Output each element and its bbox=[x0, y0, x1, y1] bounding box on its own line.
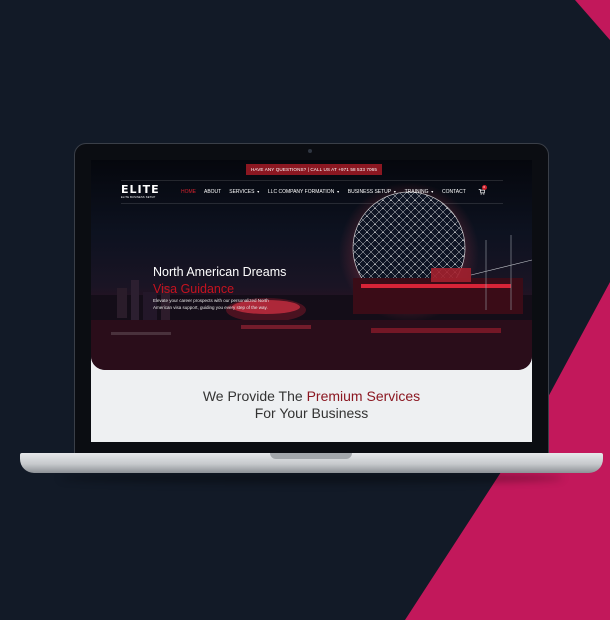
laptop-lid: HAVE ANY QUESTIONS? | CALL US AT +971 58… bbox=[74, 143, 549, 455]
logo-tagline: ELITE BUSINESS SETUP bbox=[121, 196, 156, 199]
logo-word: ELITE bbox=[121, 183, 160, 196]
laptop-base bbox=[20, 453, 603, 473]
nav-item-label: LLC COMPANY FORMATION bbox=[267, 189, 335, 195]
laptop-screen: HAVE ANY QUESTIONS? | CALL US AT +971 58… bbox=[91, 160, 532, 442]
chevron-down-icon: ▼ bbox=[430, 190, 434, 194]
nav-item-label: TRAINING bbox=[404, 189, 429, 195]
services-heading: We Provide The Premium Services For Your… bbox=[91, 388, 532, 422]
services-heading-highlight: Premium Services bbox=[306, 388, 421, 404]
hero-subtitle: Visa Guidance bbox=[153, 282, 235, 296]
hero-title: North American Dreams bbox=[153, 265, 287, 279]
nav-item-label: ABOUT bbox=[204, 189, 222, 195]
nav-item-contact[interactable]: CONTACT bbox=[442, 189, 466, 195]
cart-count-badge: 0 bbox=[481, 184, 487, 190]
chevron-down-icon: ▼ bbox=[336, 190, 340, 194]
nav-item-home[interactable]: HOME bbox=[181, 189, 196, 195]
laptop-shadow bbox=[60, 473, 563, 483]
nav-item-label: BUSINESS SETUP bbox=[347, 189, 392, 195]
nav-menu: HOME ABOUT SERVICES ▼ LLC COMPANY FORMAT… bbox=[181, 184, 487, 197]
nav-item-label: CONTACT bbox=[441, 189, 466, 195]
nav-item-label: HOME bbox=[181, 189, 196, 195]
services-heading-suffix: For Your Business bbox=[254, 405, 369, 421]
hero-banner: HAVE ANY QUESTIONS? | CALL US AT +971 58… bbox=[91, 160, 532, 370]
nav-item-business-setup[interactable]: BUSINESS SETUP ▼ bbox=[348, 189, 397, 195]
contact-topbar[interactable]: HAVE ANY QUESTIONS? | CALL US AT +971 58… bbox=[246, 164, 382, 175]
cart-icon[interactable]: 0 bbox=[478, 184, 487, 197]
hero-description: Elevate your career prospects with our p… bbox=[153, 298, 269, 310]
nav-item-llc-company-formation[interactable]: LLC COMPANY FORMATION ▼ bbox=[268, 189, 340, 195]
nav-item-training[interactable]: TRAINING ▼ bbox=[405, 189, 434, 195]
nav-item-about[interactable]: ABOUT bbox=[204, 189, 221, 195]
brand-logo[interactable]: ELITE ELITE BUSINESS SETUP bbox=[121, 183, 175, 199]
nav-item-services[interactable]: SERVICES ▼ bbox=[229, 189, 260, 195]
laptop-notch bbox=[270, 453, 352, 459]
nav-item-label: SERVICES bbox=[229, 189, 255, 195]
chevron-down-icon: ▼ bbox=[393, 190, 397, 194]
camera bbox=[308, 149, 312, 153]
chevron-down-icon: ▼ bbox=[256, 190, 260, 194]
main-navigation: ELITE ELITE BUSINESS SETUP HOME ABOUT SE… bbox=[121, 180, 503, 204]
services-heading-prefix: We Provide The bbox=[202, 388, 307, 404]
